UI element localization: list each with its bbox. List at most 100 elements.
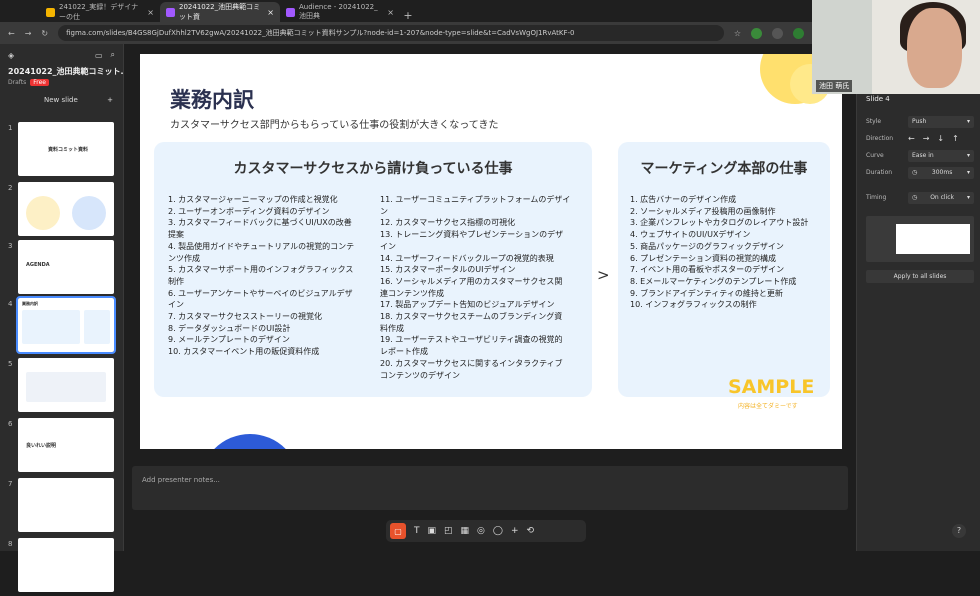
- profile-avatar-icon[interactable]: [793, 27, 804, 39]
- shape-tool-icon[interactable]: ◰: [444, 526, 453, 536]
- transition-settings: Slide 4 Style Push ▾ Direction ← → ↓ ↑ Cu…: [866, 95, 974, 283]
- forward-icon[interactable]: →: [25, 29, 32, 38]
- list-item: 3. カスタマーフィードバックに基づくUI/UXの改善: [168, 218, 352, 228]
- slide-preview: [18, 538, 114, 592]
- help-icon[interactable]: ?: [952, 524, 966, 538]
- drafts-label[interactable]: Drafts: [8, 79, 26, 86]
- slide-thumbnail-2[interactable]: 2: [0, 182, 124, 240]
- timing-select[interactable]: ◷ On click ▾: [908, 191, 974, 204]
- slide-thumbnail-3[interactable]: 3 AGENDA: [0, 240, 124, 298]
- list-item: 料作成: [380, 323, 404, 333]
- list-item: イン: [168, 300, 184, 310]
- code-tool-icon[interactable]: ⟲: [527, 526, 535, 536]
- list-item: 6. ユーザーアンケートやサーベイのビジュアルデザ: [168, 288, 353, 298]
- list-item: 1. 広告バナーのデザイン作成: [630, 195, 737, 204]
- slide-thumbnail-5[interactable]: 5: [0, 358, 124, 416]
- list-item: 9. メールテンプレートのデザイン: [168, 335, 290, 345]
- slide-thumbnail-8[interactable]: 8: [0, 538, 124, 596]
- browser-tab-3[interactable]: Audience - 20241022_池田典 ×: [280, 2, 400, 22]
- curve-value: Ease in: [912, 152, 934, 159]
- customer-success-box[interactable]: カスタマーサクセスから請け負っている仕事 1. カスタマージャーニーマップの作成…: [154, 142, 592, 397]
- duration-value: 300ms: [931, 169, 953, 176]
- back-icon[interactable]: ←: [8, 29, 15, 38]
- browser-tab-2[interactable]: 20241022_池田典範コミット資 ×: [160, 2, 280, 22]
- search-icon[interactable]: ⌕: [111, 50, 115, 60]
- list-item: 連コンテンツ作成: [380, 288, 444, 298]
- preview-slide: [896, 224, 970, 254]
- list-item: 15. カスタマーポータルのUIデザイン: [380, 265, 516, 275]
- comment-tool-icon[interactable]: ◯: [493, 526, 503, 536]
- list-item: 20. カスタマーサクセスに関するインタラクティブ: [380, 358, 563, 368]
- slide-preview-title: 業務内訳: [22, 301, 38, 306]
- url-input[interactable]: figma.com/slides/B4GS8GjDufXhhl2TV62gwA/…: [58, 25, 724, 41]
- video-call-tile: 池田 萌氏: [812, 0, 980, 94]
- list-item: 2. ソーシャルメディア投稿用の画像制作: [630, 206, 776, 216]
- list-item: 2. ユーザーオンボーディング資料のデザイン: [168, 206, 330, 216]
- extension-icon[interactable]: [751, 27, 762, 39]
- list-item: ン: [380, 206, 388, 216]
- sample-watermark: SAMPLE: [728, 376, 815, 398]
- add-slide-icon[interactable]: +: [107, 96, 113, 104]
- close-icon[interactable]: ×: [267, 8, 274, 17]
- timing-value: On click: [930, 194, 955, 201]
- arrow-down-icon[interactable]: ↓: [937, 134, 944, 143]
- list-item: 13. トレーニング資料やプレゼンテーションのデザ: [380, 230, 564, 240]
- slide-number: 1: [8, 124, 13, 132]
- task-list-col1: 1. カスタマージャーニーマップの作成と視覚化 2. ユーザーオンボーディング資料…: [168, 194, 378, 358]
- widget-tool-icon[interactable]: ◎: [477, 526, 485, 536]
- current-slide[interactable]: 業務内訳 カスタマーサクセス部門からもらっている仕事の役割が大きくなってきた カ…: [140, 54, 842, 449]
- reload-icon[interactable]: ↻: [41, 29, 48, 38]
- table-tool-icon[interactable]: ▦: [461, 526, 470, 536]
- click-icon: ◷: [912, 194, 918, 201]
- slide-thumbnail-7[interactable]: 7: [0, 478, 124, 536]
- new-tab-icon[interactable]: +: [400, 9, 416, 22]
- style-select[interactable]: Push ▾: [908, 115, 974, 128]
- duration-select[interactable]: ◷ 300ms ▾: [908, 166, 974, 179]
- slide-preview: 資料コミット資料: [18, 122, 114, 176]
- transition-preview[interactable]: [866, 216, 974, 262]
- browser-tab-1[interactable]: 241022_実録！デザイナーの仕 ×: [40, 2, 160, 22]
- image-tool-icon[interactable]: ▣: [428, 526, 437, 536]
- close-icon[interactable]: ×: [387, 8, 394, 17]
- arrow-left-icon[interactable]: ←: [908, 134, 915, 143]
- list-item: レポート作成: [380, 347, 428, 357]
- arrow-up-icon[interactable]: ↑: [952, 134, 959, 143]
- slide-thumbnail-6[interactable]: 6 良いれい説明: [0, 418, 124, 476]
- figma-favicon-icon: [166, 7, 175, 17]
- figma-menu-icon[interactable]: ◈: [8, 51, 14, 60]
- more-tools-icon[interactable]: +: [511, 526, 519, 536]
- slide-preview-title: 良いれい説明: [26, 443, 57, 449]
- bookmark-star-icon[interactable]: ☆: [734, 29, 741, 38]
- curve-select[interactable]: Ease in ▾: [908, 149, 974, 162]
- slide-preview: [18, 478, 114, 532]
- clock-icon: ◷: [912, 169, 918, 176]
- list-item: 4. ウェブサイトのUI/UXデザイン: [630, 230, 751, 240]
- task-list-marketing: 1. 広告バナーのデザイン作成 2. ソーシャルメディア投稿用の画像制作 3. 企業…: [630, 194, 826, 311]
- slide-subtitle[interactable]: カスタマーサクセス部門からもらっている仕事の役割が大きくなってきた: [170, 116, 499, 131]
- slide-thumbnail-4[interactable]: 4 業務内訳: [0, 296, 124, 356]
- duration-label: Duration: [866, 169, 893, 176]
- presenter-notes-input[interactable]: Add presenter notes...: [132, 466, 848, 510]
- layout-icon[interactable]: ▭: [95, 51, 103, 60]
- slide-preview-title: AGENDA: [26, 262, 50, 268]
- select-tool-icon[interactable]: ▢: [390, 523, 406, 539]
- slide-preview-title: 資料コミット資料: [48, 147, 89, 153]
- slide-title[interactable]: 業務内訳: [170, 84, 254, 114]
- new-slide-button[interactable]: New slide: [44, 96, 78, 104]
- list-item: 10. インフォグラフィックスの制作: [630, 300, 757, 310]
- tab-title: 20241022_池田典範コミット資: [179, 3, 261, 21]
- apply-to-all-button[interactable]: Apply to all slides: [866, 270, 974, 283]
- arrow-right-icon[interactable]: →: [923, 134, 930, 143]
- list-item: 10. カスタマーイベント用の販促資料作成: [168, 347, 320, 357]
- chevron-down-icon: ▾: [966, 194, 970, 201]
- curve-label: Curve: [866, 152, 884, 159]
- extension-icon[interactable]: [772, 27, 783, 39]
- chevron-down-icon: ▾: [966, 169, 970, 176]
- slide-thumbnail-1[interactable]: 1 資料コミット資料: [0, 122, 124, 180]
- file-name[interactable]: 20241022_池田典範コミット...: [0, 66, 123, 77]
- list-item: 9. ブランドアイデンティティの維持と更新: [630, 288, 783, 298]
- text-tool-icon[interactable]: T: [414, 526, 420, 536]
- slides-sidebar: ◈ ▭ ⌕ 20241022_池田典範コミット... Drafts Free N…: [0, 44, 124, 592]
- close-icon[interactable]: ×: [147, 8, 154, 17]
- marketing-box[interactable]: マーケティング本部の仕事 1. 広告バナーのデザイン作成 2. ソーシャルメディア…: [618, 142, 830, 397]
